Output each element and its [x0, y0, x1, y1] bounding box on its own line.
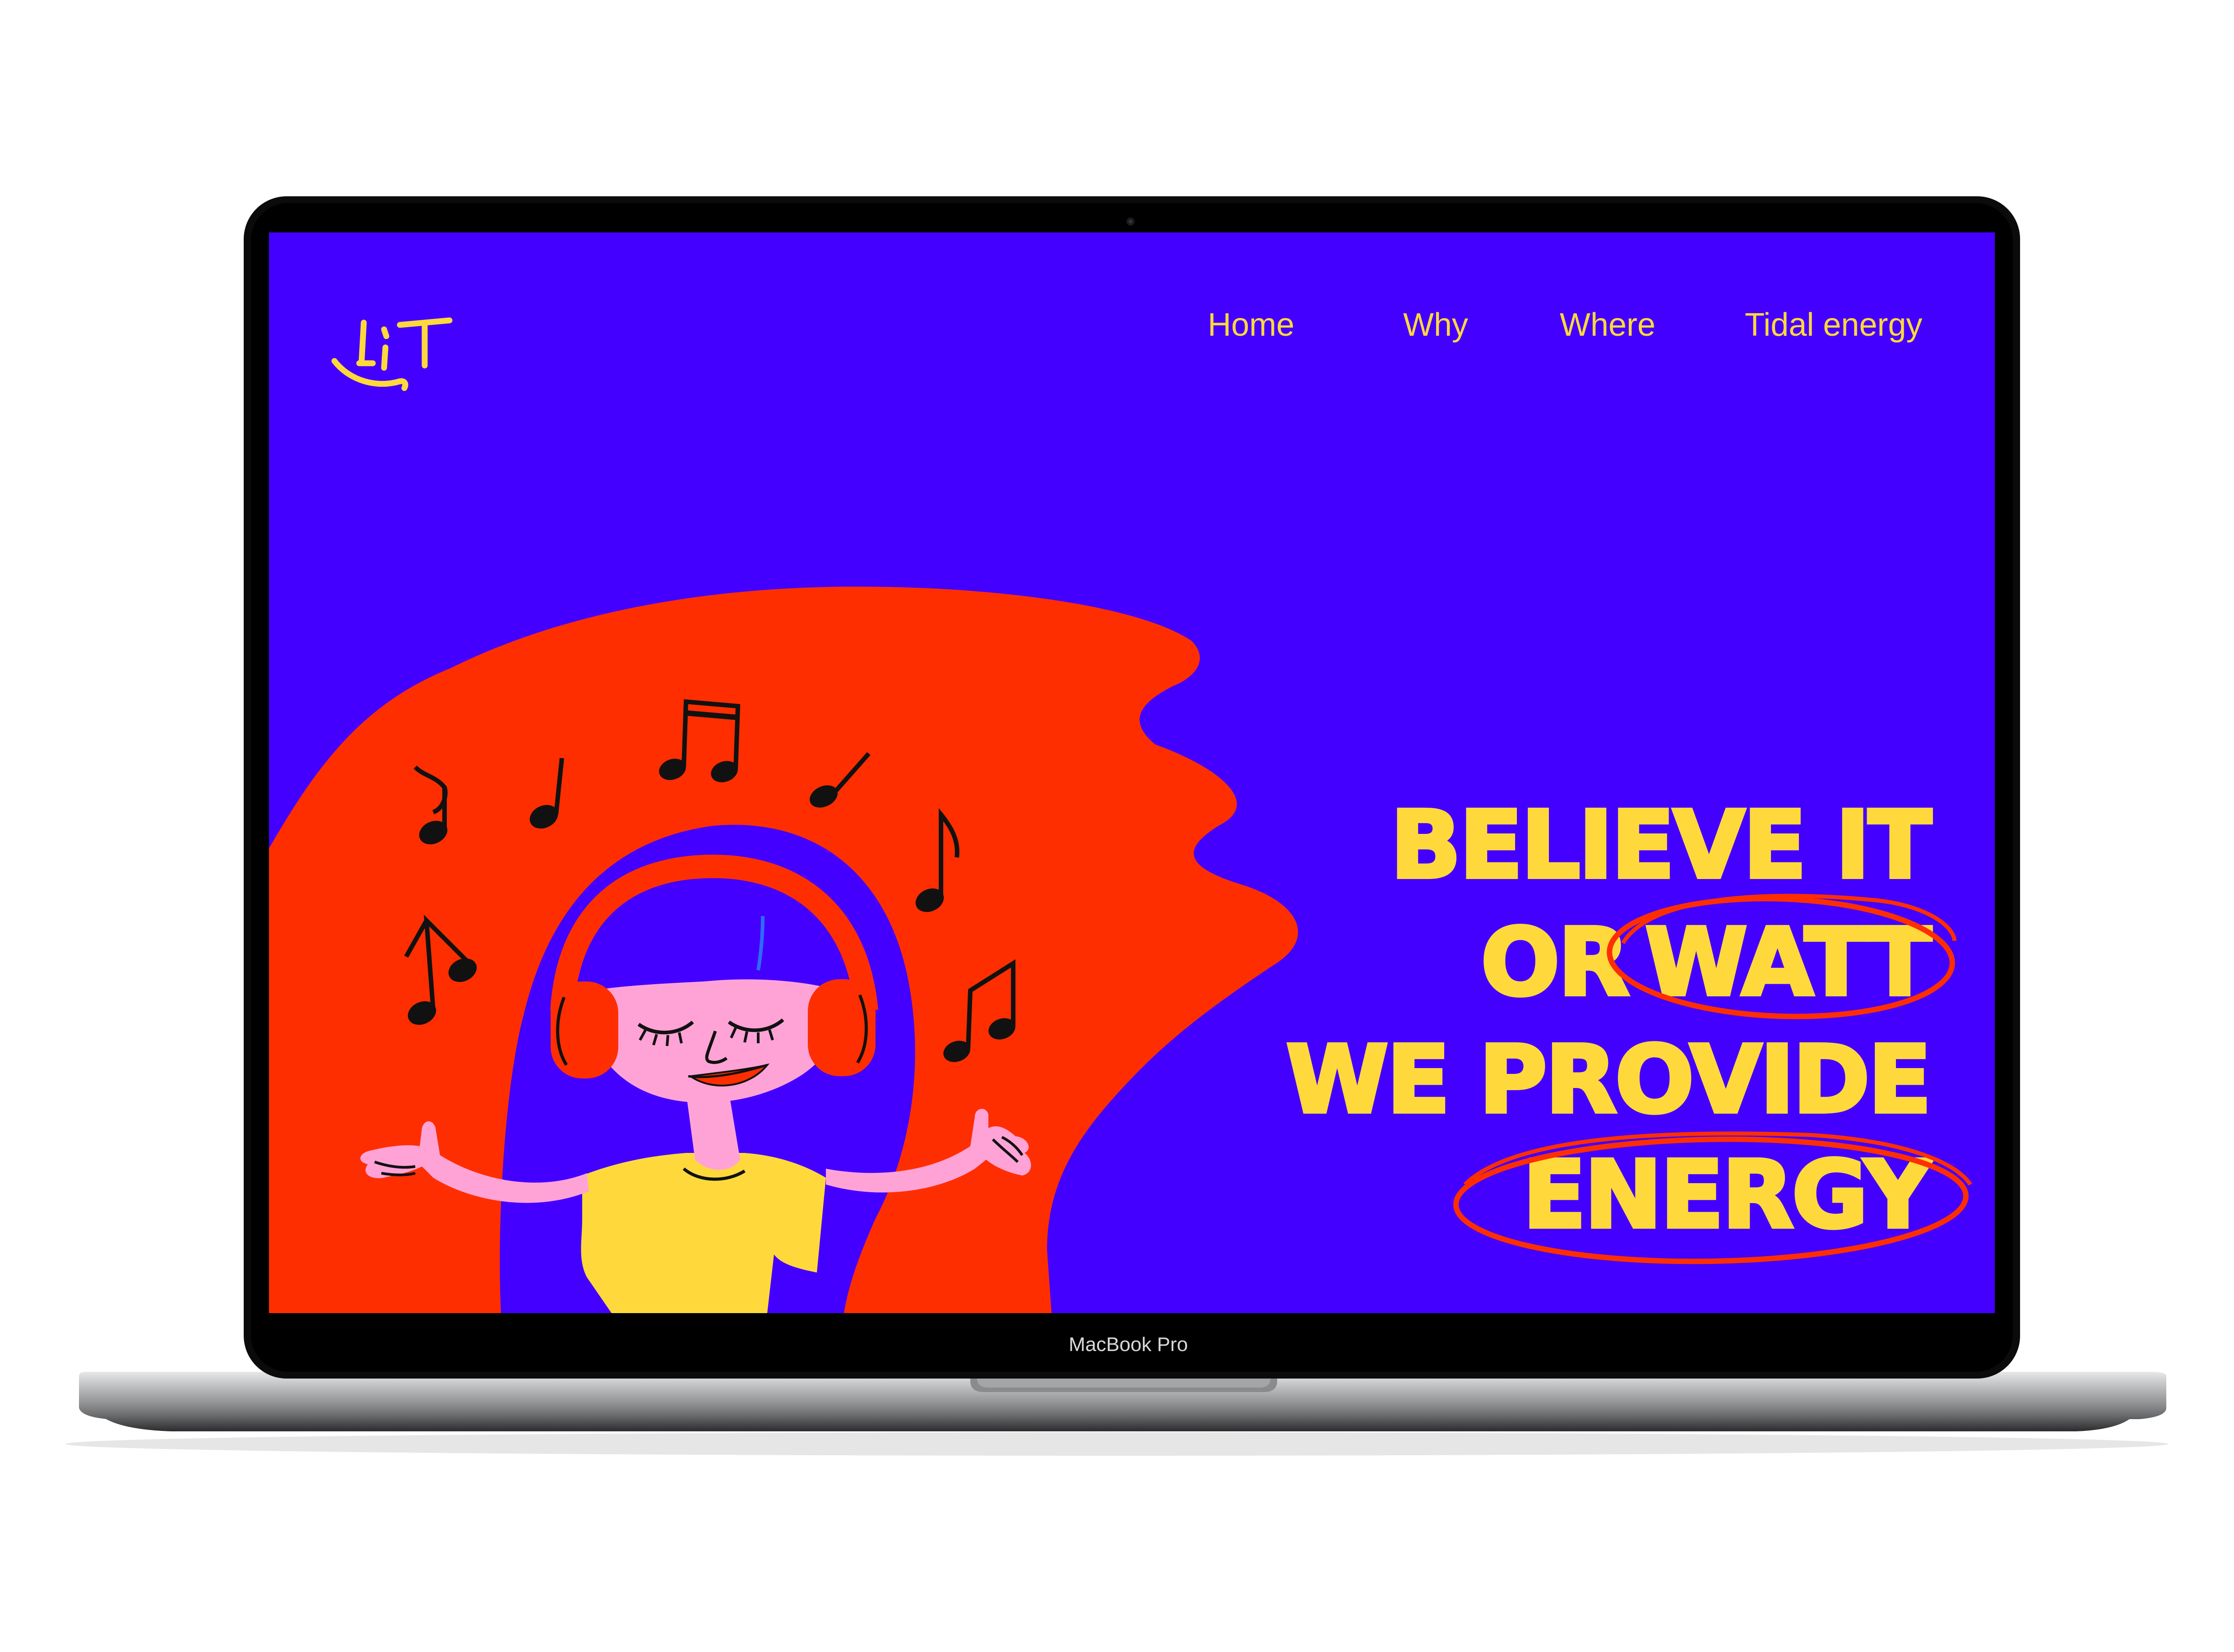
screen: Home Why Where Tidal energy BELIEVE IT O… — [269, 232, 1995, 1313]
nav-link-tidal-energy[interactable]: Tidal energy — [1745, 300, 1923, 350]
hero-word-watt: WATT — [1643, 908, 1933, 1017]
device-label: MacBook Pro — [1068, 1333, 1188, 1356]
laptop-base-edge — [99, 1415, 2135, 1431]
nav-link-home[interactable]: Home — [1208, 300, 1294, 350]
laptop-shadow — [65, 1432, 2169, 1456]
nav-link-where[interactable]: Where — [1560, 300, 1655, 350]
hero-line-2: OR WATT — [1479, 914, 1933, 1011]
nav-link-why[interactable]: Why — [1403, 300, 1468, 350]
hero-line-4: ENERGY — [1521, 1141, 1933, 1249]
hero-word-or: OR — [1479, 908, 1631, 1017]
main-nav: Home Why Where Tidal energy — [269, 300, 1995, 354]
hero-line-1: BELIEVE IT — [1389, 791, 1933, 899]
mockup-stage: Home Why Where Tidal energy BELIEVE IT O… — [0, 0, 2234, 1652]
hero-line-3: WE PROVIDE — [1284, 1026, 1933, 1134]
